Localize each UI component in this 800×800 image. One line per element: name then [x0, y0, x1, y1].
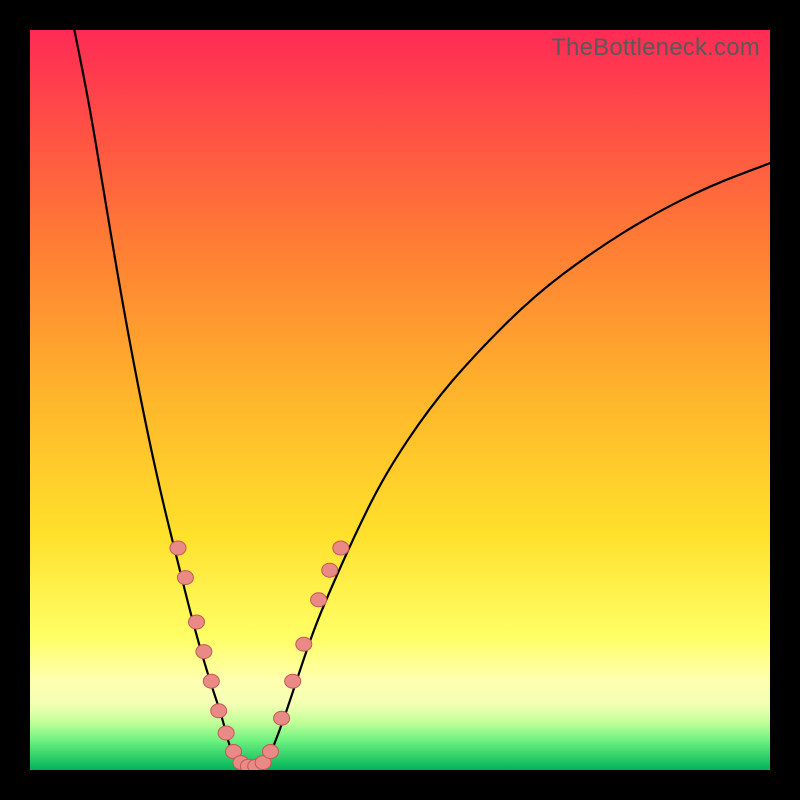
scatter-dots [170, 541, 349, 770]
scatter-dot [274, 711, 290, 725]
scatter-dot [196, 645, 212, 659]
scatter-dot [170, 541, 186, 555]
scatter-dot [189, 615, 205, 629]
plot-area: TheBottleneck.com [30, 30, 770, 770]
scatter-dot [311, 593, 327, 607]
scatter-dot [333, 541, 349, 555]
chart-frame: TheBottleneck.com [0, 0, 800, 800]
scatter-dot [296, 637, 312, 651]
v-curve [74, 30, 770, 766]
curve-layer [30, 30, 770, 770]
scatter-dot [263, 745, 279, 759]
scatter-dot [322, 563, 338, 577]
bottleneck-curve [74, 30, 770, 766]
scatter-dot [285, 674, 301, 688]
scatter-dot [218, 726, 234, 740]
scatter-dot [211, 704, 227, 718]
scatter-dot [177, 571, 193, 585]
scatter-dot [203, 674, 219, 688]
